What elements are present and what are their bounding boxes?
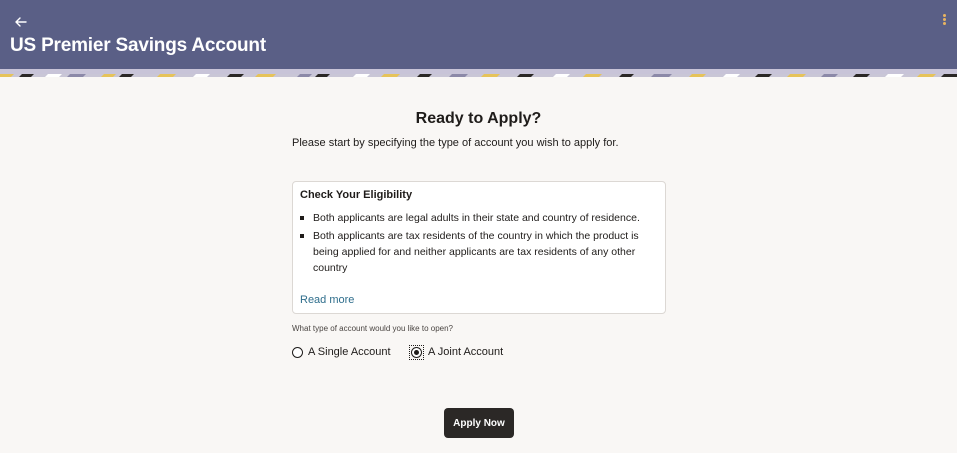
list-item: Both applicants are tax residents of the… [300, 228, 650, 276]
bullet-icon [300, 234, 304, 238]
single-account-radio[interactable]: A Single Account [292, 344, 391, 360]
section-subtitle: Please start by specifying the type of a… [292, 137, 619, 149]
list-item-text: Both applicants are legal adults in thei… [313, 212, 640, 224]
account-type-question: What type of account would you like to o… [292, 324, 453, 333]
list-item: Both applicants are legal adults in thei… [300, 210, 650, 226]
arrow-left-icon [15, 17, 27, 27]
section-heading: Ready to Apply? [415, 110, 542, 127]
radio-checked-icon[interactable] [411, 346, 422, 358]
eligibility-list: Both applicants are legal adults in thei… [300, 210, 650, 278]
app-header: US Premier Savings Account [0, 0, 957, 69]
bullet-icon [300, 216, 304, 220]
focus-ring [409, 344, 424, 360]
decorative-banner [0, 69, 957, 77]
back-button[interactable] [10, 11, 32, 33]
main-content: Ready to Apply? Please start by specifyi… [0, 77, 957, 453]
radio-label: A Single Account [308, 346, 391, 358]
kebab-menu-icon[interactable] [941, 14, 947, 28]
list-item-text: Both applicants are tax residents of the… [313, 230, 639, 274]
radio-label: A Joint Account [428, 346, 504, 358]
apply-now-button[interactable]: Apply Now [444, 408, 514, 438]
eligibility-title: Check Your Eligibility [300, 189, 413, 201]
joint-account-radio[interactable]: A Joint Account [409, 344, 503, 360]
eligibility-card: Check Your Eligibility Both applicants a… [292, 181, 666, 314]
page-title: US Premier Savings Account [10, 35, 266, 56]
read-more-link[interactable]: Read more [300, 294, 354, 306]
radio-unchecked-icon[interactable] [292, 346, 303, 358]
